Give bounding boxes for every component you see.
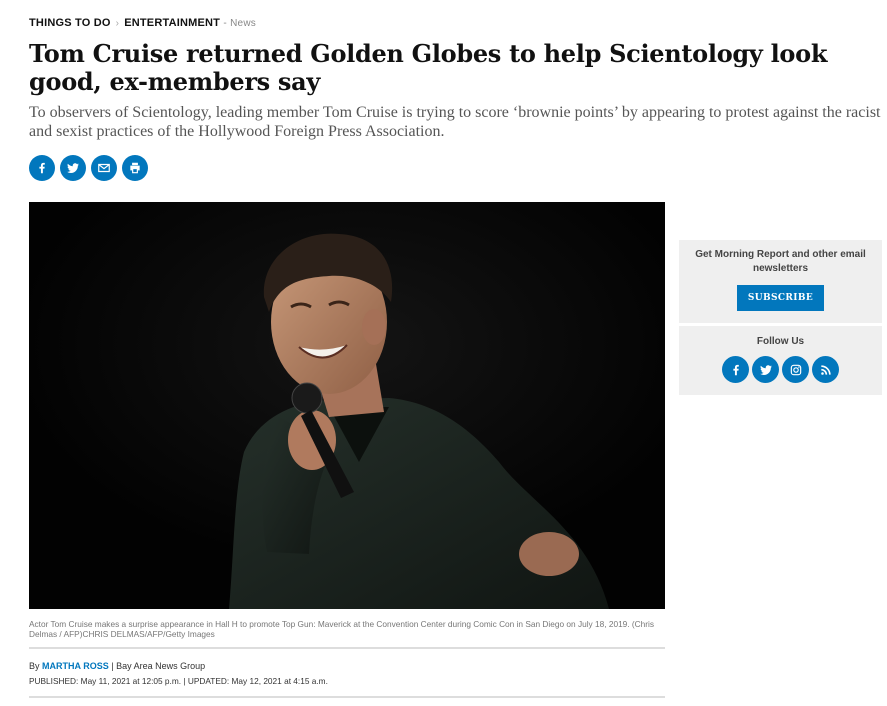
breadcrumb: THINGS TO DO › ENTERTAINMENT - News xyxy=(29,17,256,29)
article-photo xyxy=(29,202,665,609)
breadcrumb-news: News xyxy=(230,18,256,29)
follow-us-box: Follow Us xyxy=(679,326,882,395)
article-dek: To observers of Scientology, leading mem… xyxy=(29,104,881,140)
follow-us-title: Follow Us xyxy=(756,336,805,347)
divider-top xyxy=(29,647,665,649)
facebook-icon xyxy=(732,364,739,375)
facebook-follow-button[interactable] xyxy=(722,356,749,383)
byline-by: By xyxy=(29,661,40,671)
email-share-button[interactable] xyxy=(91,155,117,181)
photo-caption: Actor Tom Cruise makes a surprise appear… xyxy=(29,619,655,639)
updated-date: May 12, 2021 at 4:15 a.m. xyxy=(231,676,328,686)
twitter-share-button[interactable] xyxy=(60,155,86,181)
share-bar xyxy=(29,155,148,181)
rss-icon xyxy=(820,364,831,375)
divider-bottom xyxy=(29,696,665,698)
instagram-follow-button[interactable] xyxy=(782,356,809,383)
byline: By MARTHA ROSS | Bay Area News Group xyxy=(29,661,205,671)
author-link[interactable]: MARTHA ROSS xyxy=(42,661,109,671)
facebook-share-button[interactable] xyxy=(29,155,55,181)
newsletter-box: Get Morning Report and other email newsl… xyxy=(679,240,882,323)
print-button[interactable] xyxy=(122,155,148,181)
email-icon xyxy=(98,163,110,173)
follow-icons xyxy=(679,356,882,383)
dates-divider: | xyxy=(183,676,186,686)
facebook-icon xyxy=(39,162,45,174)
twitter-icon xyxy=(67,163,80,173)
newsletter-text: Get Morning Report and other email newsl… xyxy=(695,249,866,274)
subscribe-button[interactable]: SUBSCRIBE xyxy=(736,285,825,311)
twitter-icon xyxy=(759,364,772,375)
rss-follow-button[interactable] xyxy=(812,356,839,383)
twitter-follow-button[interactable] xyxy=(752,356,779,383)
article-dates: PUBLISHED: May 11, 2021 at 12:05 p.m. | … xyxy=(29,676,328,686)
breadcrumb-things-to-do[interactable]: THINGS TO DO xyxy=(29,17,111,29)
instagram-icon xyxy=(790,364,801,375)
updated-label: UPDATED: xyxy=(187,676,230,686)
tom-cruise-photo xyxy=(29,202,665,609)
article-headline: Tom Cruise returned Golden Globes to hel… xyxy=(29,39,828,96)
breadcrumb-separator: › xyxy=(115,18,120,29)
published-label: PUBLISHED: xyxy=(29,676,79,686)
published-date: May 11, 2021 at 12:05 p.m. xyxy=(80,676,182,686)
byline-divider: | xyxy=(111,661,114,671)
print-icon xyxy=(130,162,140,174)
breadcrumb-entertainment[interactable]: ENTERTAINMENT xyxy=(124,17,220,29)
breadcrumb-dash: - xyxy=(223,18,227,29)
byline-org: Bay Area News Group xyxy=(116,661,206,671)
